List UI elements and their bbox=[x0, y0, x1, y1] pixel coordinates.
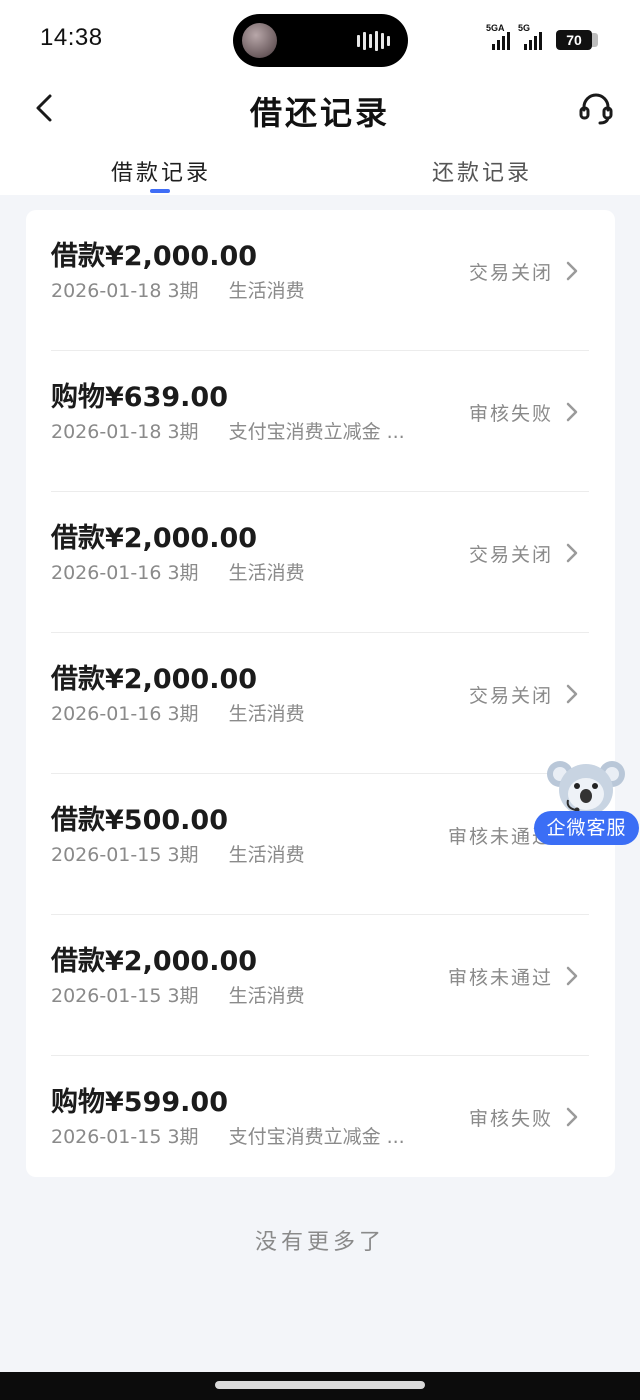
record-subtitle: 2026-01-16 3期 生活消费 bbox=[51, 699, 305, 726]
record-period: 3期 bbox=[167, 562, 199, 584]
record-item[interactable]: 购物¥639.00 2026-01-18 3期 支付宝消费立减金 ... 审核失败 bbox=[26, 351, 615, 492]
record-date: 2026-01-15 bbox=[51, 985, 162, 1007]
tab-borrow-records[interactable]: 借款记录 bbox=[111, 155, 211, 187]
record-period: 3期 bbox=[167, 703, 199, 725]
headset-icon bbox=[579, 93, 613, 125]
record-period: 3期 bbox=[167, 844, 199, 866]
record-title: 借款¥2,000.00 bbox=[51, 241, 258, 272]
top-area: 14:38 5GA 5G 70 借还记录 借款记录 还款记录 bbox=[0, 0, 640, 195]
record-purpose: 生活消费 bbox=[228, 703, 305, 725]
record-title: 购物¥599.00 bbox=[51, 1087, 228, 1118]
record-purpose: 生活消费 bbox=[228, 562, 305, 584]
floating-customer-service-button[interactable]: 企微客服 bbox=[534, 756, 640, 846]
record-period: 3期 bbox=[167, 985, 199, 1007]
record-item[interactable]: 借款¥2,000.00 2026-01-18 3期 生活消费 交易关闭 bbox=[26, 210, 615, 351]
record-item[interactable]: 购物¥599.00 2026-01-15 3期 支付宝消费立减金 ... 审核失败 bbox=[26, 1056, 615, 1197]
page-title: 借还记录 bbox=[249, 94, 390, 132]
record-status: 审核失败 bbox=[468, 1108, 553, 1130]
signal-5ga-icon: 5GA bbox=[486, 23, 510, 50]
signal-5g-icon: 5G bbox=[518, 23, 542, 50]
record-title: 借款¥500.00 bbox=[51, 805, 228, 836]
signal-5ga-label: 5GA bbox=[486, 23, 505, 33]
status-time: 14:38 bbox=[40, 24, 103, 51]
chevron-right-icon bbox=[566, 1107, 578, 1127]
record-date: 2026-01-16 bbox=[51, 703, 162, 725]
audio-wave-icon bbox=[357, 31, 390, 51]
floating-service-label: 企微客服 bbox=[534, 811, 639, 845]
record-purpose: 支付宝消费立减金 ... bbox=[228, 421, 405, 443]
customer-support-button[interactable] bbox=[576, 88, 616, 128]
album-art-icon bbox=[242, 23, 277, 58]
record-subtitle: 2026-01-15 3期 支付宝消费立减金 ... bbox=[51, 1122, 405, 1149]
record-title: 借款¥2,000.00 bbox=[51, 946, 258, 977]
chevron-right-icon bbox=[566, 684, 578, 704]
record-purpose: 支付宝消费立减金 ... bbox=[228, 1126, 405, 1148]
chevron-right-icon bbox=[566, 402, 578, 422]
record-subtitle: 2026-01-18 3期 生活消费 bbox=[51, 276, 305, 303]
record-subtitle: 2026-01-15 3期 生活消费 bbox=[51, 840, 305, 867]
record-period: 3期 bbox=[167, 421, 199, 443]
record-purpose: 生活消费 bbox=[228, 280, 305, 302]
record-purpose: 生活消费 bbox=[228, 985, 305, 1007]
active-tab-indicator bbox=[150, 189, 170, 193]
record-title: 购物¥639.00 bbox=[51, 382, 228, 413]
record-period: 3期 bbox=[167, 1126, 199, 1148]
chevron-right-icon bbox=[566, 261, 578, 281]
record-date: 2026-01-18 bbox=[51, 421, 162, 443]
system-nav-bar bbox=[0, 1372, 640, 1400]
record-subtitle: 2026-01-15 3期 生活消费 bbox=[51, 981, 305, 1008]
record-status: 审核未通过 bbox=[447, 967, 553, 989]
record-date: 2026-01-15 bbox=[51, 1126, 162, 1148]
record-list: 借款¥2,000.00 2026-01-18 3期 生活消费 交易关闭 购物¥63… bbox=[26, 210, 615, 1177]
record-date: 2026-01-18 bbox=[51, 280, 162, 302]
battery-icon: 70 bbox=[556, 30, 598, 50]
record-item[interactable]: 借款¥2,000.00 2026-01-16 3期 生活消费 交易关闭 bbox=[26, 492, 615, 633]
chevron-right-icon bbox=[566, 966, 578, 986]
record-status: 交易关闭 bbox=[468, 544, 553, 566]
record-date: 2026-01-16 bbox=[51, 562, 162, 584]
signal-5g-label: 5G bbox=[518, 23, 531, 33]
status-indicators: 5GA 5G 70 bbox=[486, 23, 598, 50]
record-status: 审核失败 bbox=[468, 403, 553, 425]
record-status: 交易关闭 bbox=[468, 685, 553, 707]
chevron-right-icon bbox=[566, 543, 578, 563]
record-subtitle: 2026-01-16 3期 生活消费 bbox=[51, 558, 305, 585]
record-title: 借款¥2,000.00 bbox=[51, 523, 258, 554]
record-item[interactable]: 借款¥500.00 2026-01-15 3期 生活消费 审核未通过 bbox=[26, 774, 615, 915]
record-subtitle: 2026-01-18 3期 支付宝消费立减金 ... bbox=[51, 417, 405, 444]
dynamic-island[interactable] bbox=[233, 14, 408, 67]
record-title: 借款¥2,000.00 bbox=[51, 664, 258, 695]
record-period: 3期 bbox=[167, 280, 199, 302]
record-item[interactable]: 借款¥2,000.00 2026-01-15 3期 生活消费 审核未通过 bbox=[26, 915, 615, 1056]
record-status: 交易关闭 bbox=[468, 262, 553, 284]
tab-repay-records[interactable]: 还款记录 bbox=[432, 155, 532, 187]
record-item[interactable]: 借款¥2,000.00 2026-01-16 3期 生活消费 交易关闭 bbox=[26, 633, 615, 774]
record-purpose: 生活消费 bbox=[228, 844, 305, 866]
home-indicator[interactable] bbox=[215, 1381, 425, 1389]
no-more-text: 没有更多了 bbox=[254, 1230, 385, 1255]
record-date: 2026-01-15 bbox=[51, 844, 162, 866]
